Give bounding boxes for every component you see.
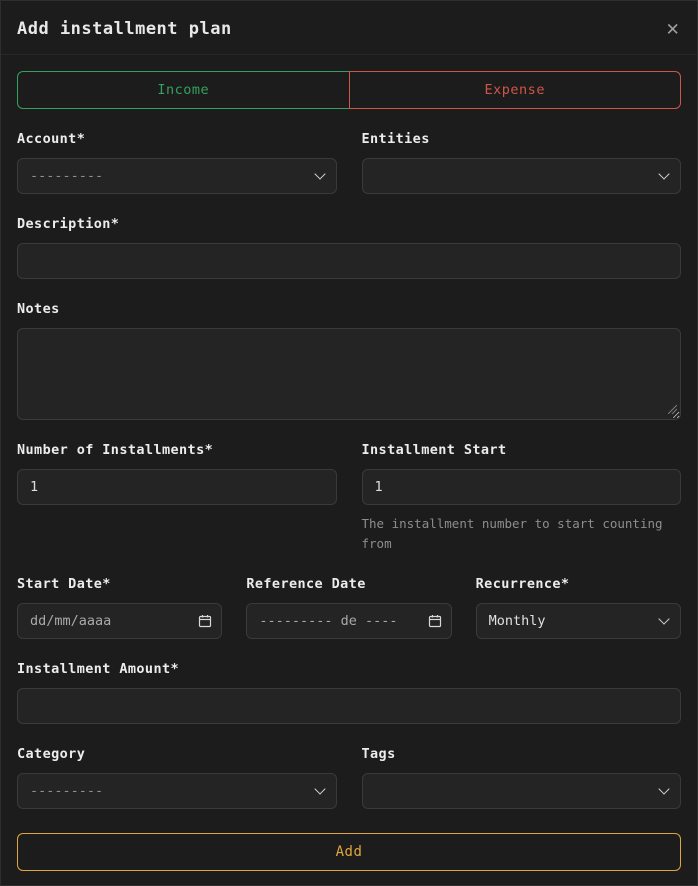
chevron-down-icon (658, 613, 669, 624)
installment-start-help-text: The installment number to start counting… (362, 514, 682, 554)
installment-start-input[interactable] (362, 469, 682, 505)
dialog-header: Add installment plan ✕ (1, 1, 697, 55)
chevron-down-icon (658, 783, 669, 794)
installment-amount-input[interactable] (17, 688, 681, 724)
add-button[interactable]: Add (17, 833, 681, 871)
calendar-icon[interactable] (428, 614, 442, 628)
installment-amount-field: Installment Amount* (17, 661, 681, 724)
reference-date-field: Reference Date (246, 576, 451, 639)
number-of-installments-field: Number of Installments* (17, 442, 337, 505)
account-field: Account* --------- (17, 131, 337, 194)
notes-label: Notes (17, 301, 681, 318)
calendar-icon[interactable] (198, 614, 212, 628)
category-select-value: --------- (30, 783, 103, 799)
entities-select[interactable] (362, 158, 682, 194)
add-installment-plan-dialog: Add installment plan ✕ Income Expense Ac… (0, 0, 698, 886)
category-field: Category --------- (17, 746, 337, 809)
account-label: Account* (17, 131, 337, 148)
installment-amount-label: Installment Amount* (17, 661, 681, 678)
transaction-type-toggle: Income Expense (17, 71, 681, 109)
notes-textarea[interactable] (17, 328, 681, 420)
start-date-label: Start Date* (17, 576, 222, 593)
description-input[interactable] (17, 243, 681, 279)
number-of-installments-label: Number of Installments* (17, 442, 337, 459)
page-title: Add installment plan (17, 19, 232, 39)
income-tab[interactable]: Income (17, 71, 350, 109)
entities-field: Entities (362, 131, 682, 194)
close-icon[interactable]: ✕ (666, 18, 679, 39)
installment-start-field: Installment Start The installment number… (362, 442, 682, 554)
recurrence-select-value: Monthly (489, 613, 546, 629)
notes-field: Notes (17, 301, 681, 420)
description-field: Description* (17, 216, 681, 279)
tags-field: Tags (362, 746, 682, 809)
chevron-down-icon (314, 168, 325, 179)
start-date-input[interactable] (17, 603, 222, 639)
recurrence-select[interactable]: Monthly (476, 603, 681, 639)
dialog-body: Income Expense Account* --------- Entiti… (1, 55, 697, 885)
installment-start-label: Installment Start (362, 442, 682, 459)
tags-select[interactable] (362, 773, 682, 809)
chevron-down-icon (658, 168, 669, 179)
entities-label: Entities (362, 131, 682, 148)
tags-label: Tags (362, 746, 682, 763)
expense-tab[interactable]: Expense (349, 71, 682, 109)
number-of-installments-input[interactable] (17, 469, 337, 505)
start-date-field: Start Date* (17, 576, 222, 639)
reference-date-input[interactable] (246, 603, 451, 639)
account-select-value: --------- (30, 168, 103, 184)
recurrence-field: Recurrence* Monthly (476, 576, 681, 639)
description-label: Description* (17, 216, 681, 233)
chevron-down-icon (314, 783, 325, 794)
recurrence-label: Recurrence* (476, 576, 681, 593)
reference-date-label: Reference Date (246, 576, 451, 593)
category-select[interactable]: --------- (17, 773, 337, 809)
account-select[interactable]: --------- (17, 158, 337, 194)
category-label: Category (17, 746, 337, 763)
